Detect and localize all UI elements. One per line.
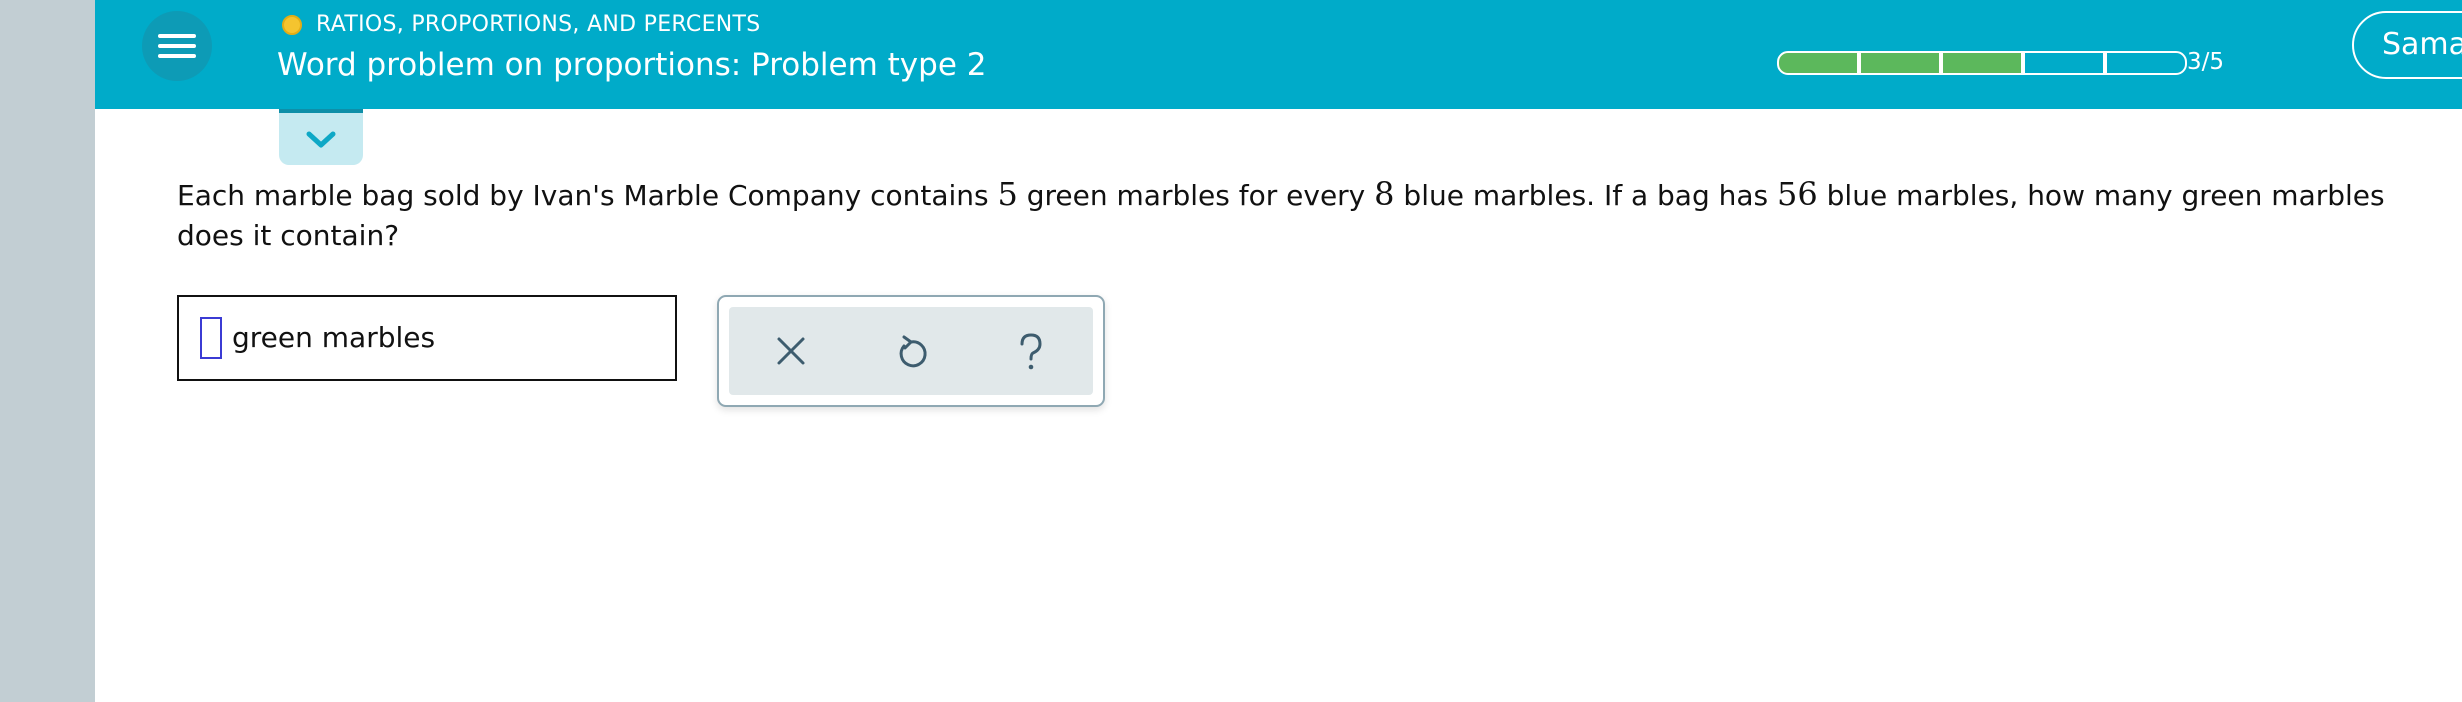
progress-bar: [1777, 51, 2187, 75]
help-icon: [1020, 333, 1042, 370]
answer-input[interactable]: [200, 317, 222, 359]
question-text: Each marble bag sold by Ivan's Marble Co…: [177, 174, 2407, 256]
progress-segment: [1941, 51, 2023, 75]
question-text-part: blue marbles. If a bag has: [1394, 179, 1778, 212]
progress-segment: [2105, 51, 2187, 75]
collapse-toggle[interactable]: [279, 109, 363, 165]
question-number: 56: [1777, 175, 1818, 213]
undo-icon: [899, 335, 927, 368]
topic-status-dot: [282, 15, 302, 35]
progress-segment: [2023, 51, 2105, 75]
question-text-part: green marbles for every: [1017, 179, 1375, 212]
close-icon: [777, 337, 805, 365]
undo-button[interactable]: [887, 327, 935, 375]
answer-tools: [717, 295, 1105, 407]
question-number: 8: [1374, 175, 1395, 213]
user-button[interactable]: Sama: [2352, 11, 2462, 79]
page-title: Word problem on proportions: Problem typ…: [277, 47, 987, 83]
progress-segment: [1859, 51, 1941, 75]
chevron-down-icon: [306, 131, 336, 148]
answer-unit-label: green marbles: [232, 321, 436, 354]
left-rail: [0, 0, 95, 702]
menu-button[interactable]: [142, 11, 212, 81]
topic-label: RATIOS, PROPORTIONS, AND PERCENTS: [316, 12, 761, 37]
answer-area: green marbles: [177, 295, 677, 381]
question-text-part: Each marble bag sold by Ivan's Marble Co…: [177, 179, 998, 212]
progress-segment: [1777, 51, 1859, 75]
help-button[interactable]: [1007, 327, 1055, 375]
progress-label: 3/5: [2187, 49, 2225, 75]
user-name: Sama: [2382, 27, 2462, 62]
clear-button[interactable]: [767, 327, 815, 375]
question-number: 5: [997, 175, 1018, 213]
